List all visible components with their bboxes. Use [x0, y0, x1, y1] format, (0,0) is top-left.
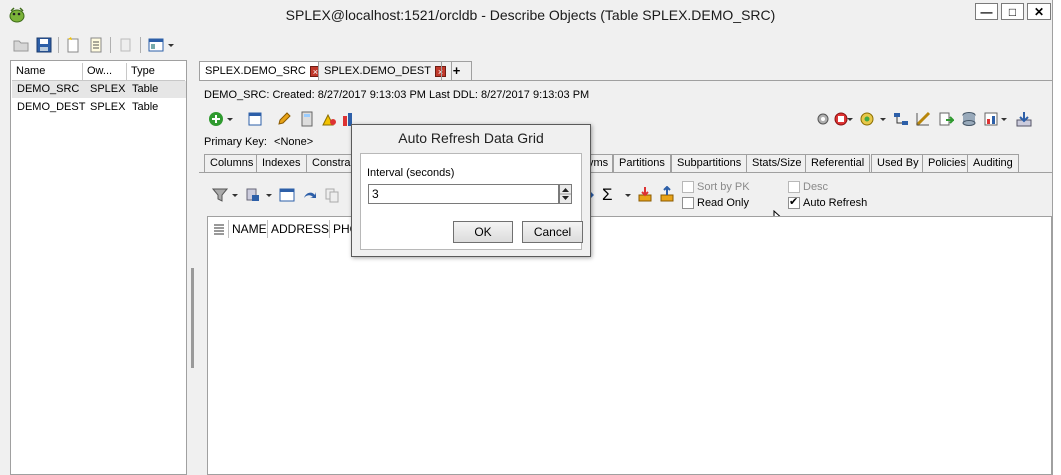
object-type: Table [132, 101, 159, 113]
add-green-icon[interactable] [208, 111, 224, 127]
copy-rows-icon[interactable] [324, 187, 340, 203]
object-list: Name Ow... Type DEMO_SRC SPLEX Table DEM… [10, 60, 187, 475]
tab-subpartitions[interactable]: Subpartitions [671, 154, 748, 172]
tab-policies[interactable]: Policies [922, 154, 972, 172]
gear-icon[interactable] [815, 111, 831, 127]
primary-key-info: Primary Key: <None> [204, 136, 313, 148]
subtab-divider [199, 172, 1052, 173]
splitter-grip[interactable] [191, 268, 194, 368]
redo-arrow-icon[interactable] [302, 187, 318, 203]
export-icon[interactable] [938, 111, 956, 127]
sum-icon[interactable]: Σ [602, 186, 618, 203]
object-type: Table [132, 83, 159, 95]
chevron-down-icon[interactable] [265, 187, 273, 203]
tab-auditing[interactable]: Auditing [967, 154, 1019, 172]
refresh-icon[interactable] [859, 111, 875, 127]
object-owner: SPLEX [90, 101, 126, 113]
report-icon[interactable] [983, 111, 999, 127]
window-edge [1052, 0, 1061, 475]
tab-stats-size[interactable]: Stats/Size [746, 154, 808, 172]
filter-icon[interactable] [211, 187, 229, 203]
tab-partitions[interactable]: Partitions [613, 154, 671, 172]
tab-referential[interactable]: Referential [805, 154, 871, 172]
column-header-type[interactable]: Type [127, 63, 185, 80]
import-icon[interactable] [637, 186, 653, 202]
ruler-icon[interactable] [915, 111, 931, 127]
sort-by-pk-label: Sort by PK [697, 181, 750, 193]
grid-column-address[interactable]: ADDRESS [268, 220, 330, 238]
maximize-button[interactable]: □ [1001, 3, 1024, 20]
table-icon[interactable] [247, 111, 263, 127]
grid-view-icon[interactable] [279, 187, 295, 203]
dialog-body: Interval (seconds) OK Cancel [360, 153, 583, 250]
chevron-down-icon[interactable] [1000, 111, 1008, 127]
hierarchy-icon[interactable] [893, 111, 909, 127]
interval-spinner[interactable] [559, 184, 572, 204]
primary-key-value: <None> [274, 136, 314, 148]
read-only-label: Read Only [697, 197, 749, 209]
desc-label: Desc [803, 181, 829, 193]
download-icon[interactable] [1016, 111, 1032, 127]
interval-label: Interval (seconds) [367, 167, 455, 179]
data-grid[interactable]: NAME ADDRESS PHO [207, 216, 1052, 475]
close-button[interactable]: ✕ [1027, 3, 1051, 20]
object-created-info: DEMO_SRC: Created: 8/27/2017 9:13:03 PM … [204, 89, 590, 101]
shapes-icon[interactable] [321, 111, 337, 127]
new-document-icon[interactable] [64, 36, 82, 54]
chevron-down-icon[interactable] [879, 111, 887, 127]
minimize-button[interactable]: — [975, 3, 998, 20]
chevron-down-icon[interactable] [846, 111, 854, 127]
tab-columns[interactable]: Columns [204, 154, 260, 172]
calculator-icon[interactable] [299, 111, 315, 127]
add-tab-button[interactable]: + [441, 61, 472, 80]
object-name: DEMO_DEST [17, 101, 86, 113]
document-icon[interactable] [87, 36, 105, 54]
primary-key-label: Primary Key: [204, 136, 267, 148]
window-title: SPLEX@localhost:1521/orcldb - Describe O… [285, 7, 776, 23]
dialog-title: Auto Refresh Data Grid [398, 130, 544, 146]
object-toolbar [203, 108, 1033, 130]
copy-icon[interactable] [117, 36, 135, 54]
upload-icon[interactable] [659, 185, 675, 202]
tab-divider [199, 80, 1052, 81]
window-layout-icon[interactable] [147, 36, 165, 54]
object-name: DEMO_SRC [17, 83, 80, 95]
cancel-button[interactable]: Cancel [522, 221, 583, 243]
columns-select-icon[interactable] [245, 187, 261, 203]
auto-refresh-checkbox[interactable] [788, 195, 800, 209]
auto-refresh-dialog: Auto Refresh Data Grid Interval (seconds… [351, 124, 591, 257]
sort-by-pk-checkbox[interactable] [682, 181, 694, 193]
column-header-name[interactable]: Name [12, 63, 83, 80]
list-item[interactable]: DEMO_SRC SPLEX Table [12, 81, 186, 98]
chevron-down-icon[interactable] [226, 111, 234, 127]
tab-label: SPLEX.DEMO_DEST [324, 65, 431, 77]
interval-input[interactable] [368, 184, 559, 204]
grid-column-name[interactable]: NAME [229, 220, 268, 238]
tab-demo-dest[interactable]: SPLEX.DEMO_DEST × [318, 61, 452, 80]
grid-toolbar: Σ Sort by PK Read Only Desc Auto Refresh [207, 178, 1052, 212]
edit-pencil-icon[interactable] [276, 111, 292, 127]
column-header-owner[interactable]: Ow... [83, 63, 127, 80]
list-item[interactable]: DEMO_DEST SPLEX Table [12, 99, 186, 116]
row-selector-icon[interactable] [210, 220, 229, 238]
tab-demo-src[interactable]: SPLEX.DEMO_SRC × [199, 61, 327, 81]
auto-refresh-label: Auto Refresh [803, 197, 868, 209]
tab-label: SPLEX.DEMO_SRC [205, 65, 306, 77]
object-owner: SPLEX [90, 83, 126, 95]
tab-indexes[interactable]: Indexes [256, 154, 307, 172]
tab-used-by[interactable]: Used By [871, 154, 925, 172]
desc-checkbox[interactable] [788, 181, 800, 193]
database-icon[interactable] [961, 111, 977, 127]
save-icon[interactable] [35, 36, 53, 54]
main-toolbar [8, 34, 193, 56]
chevron-down-icon[interactable] [166, 36, 176, 54]
read-only-checkbox[interactable] [682, 197, 694, 209]
chevron-down-icon[interactable] [231, 187, 239, 203]
tab-constraints[interactable]: Constra [306, 154, 352, 172]
ok-button[interactable]: OK [453, 221, 513, 243]
open-folder-icon[interactable] [12, 36, 30, 54]
chevron-down-icon[interactable] [624, 187, 632, 203]
